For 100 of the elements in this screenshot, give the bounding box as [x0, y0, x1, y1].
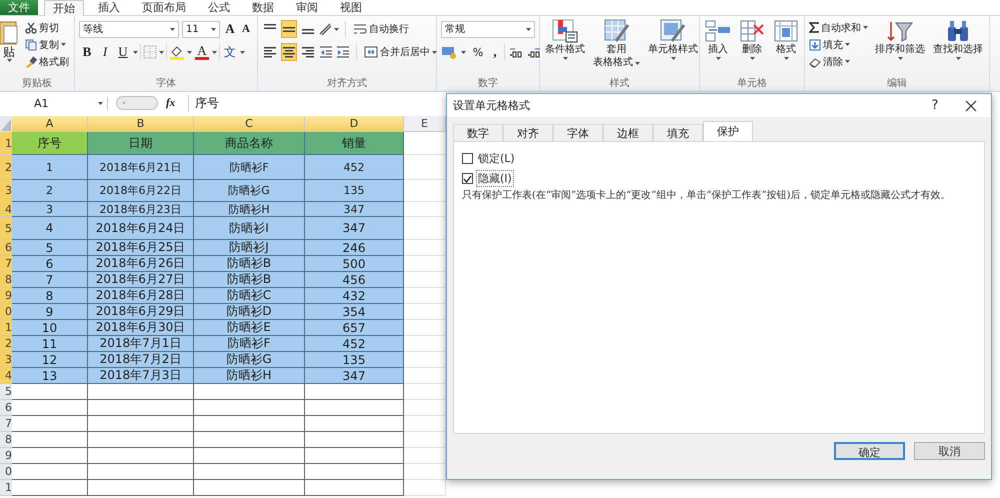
- row-header[interactable]: 5: [0, 217, 12, 240]
- dialog-tab[interactable]: 保护: [703, 121, 753, 141]
- clipboard-button[interactable]: 剪切: [24, 19, 70, 36]
- column-header[interactable]: B: [88, 116, 194, 132]
- row-header[interactable]: 2: [0, 336, 12, 352]
- brush-icon: [25, 56, 37, 68]
- row-header[interactable]: 1: [0, 132, 12, 155]
- row-header[interactable]: 9: [0, 448, 12, 464]
- ribbon-tab[interactable]: 公式: [200, 0, 238, 15]
- help-button[interactable]: ?: [921, 98, 949, 113]
- column-header[interactable]: E: [404, 116, 446, 132]
- style-button[interactable]: 条件格式: [543, 19, 587, 60]
- dialog-button[interactable]: 确定: [834, 442, 905, 460]
- row-header[interactable]: 2: [0, 155, 12, 180]
- row-header[interactable]: 6: [0, 400, 12, 416]
- ribbon-tab[interactable]: 开始: [44, 0, 84, 16]
- font-size-field[interactable]: 11: [182, 20, 220, 38]
- file-tab[interactable]: 文件: [0, 0, 38, 15]
- row-header[interactable]: 0: [0, 464, 12, 480]
- row-header[interactable]: 4: [0, 368, 12, 384]
- table-cell: 347: [305, 202, 404, 217]
- cells-button[interactable]: 删除: [737, 19, 767, 60]
- bold-button[interactable]: B: [79, 43, 95, 61]
- row-header[interactable]: 6: [0, 240, 12, 256]
- table-cell: 9: [12, 304, 88, 320]
- row-header[interactable]: 7: [0, 256, 12, 272]
- ribbon-tab[interactable]: 审阅: [288, 0, 326, 15]
- ribbon-tab[interactable]: 页面布局: [134, 0, 194, 15]
- row-header[interactable]: 3: [0, 352, 12, 368]
- checkbox-option[interactable]: 锁定(L): [462, 150, 976, 167]
- caret-icon: [845, 43, 850, 46]
- dialog-tab[interactable]: 对齐: [503, 124, 553, 141]
- row-header[interactable]: 7: [0, 416, 12, 432]
- row-header[interactable]: 4: [0, 202, 12, 217]
- underline-button[interactable]: U: [115, 43, 131, 61]
- dialog-button[interactable]: 取消: [914, 442, 985, 460]
- comma-button[interactable]: ,: [490, 43, 500, 61]
- caret-icon: [170, 28, 175, 30]
- row-header[interactable]: 5: [0, 384, 12, 400]
- number-format-field[interactable]: 常规: [441, 20, 535, 38]
- horizontal-align-button[interactable]: [281, 43, 297, 61]
- column-header[interactable]: A: [12, 116, 88, 132]
- table-cell: 347: [305, 368, 404, 384]
- column-header[interactable]: C: [194, 116, 305, 132]
- editing-button[interactable]: 自动求和: [808, 19, 869, 36]
- style-button[interactable]: 单元格样式: [646, 19, 700, 60]
- cells-button[interactable]: 插入: [703, 19, 733, 60]
- checkbox[interactable]: [462, 153, 473, 164]
- row-header[interactable]: 8: [0, 432, 12, 448]
- table-header-cell: 销量: [305, 132, 404, 155]
- insert-function-button[interactable]: fx: [166, 97, 180, 109]
- caret-icon: [784, 57, 788, 60]
- font-color-button[interactable]: A: [194, 43, 210, 61]
- sort-filter-icon: [887, 19, 913, 43]
- font-shrink-button[interactable]: A: [240, 20, 252, 38]
- column-header[interactable]: D: [305, 116, 404, 132]
- table-header-cell: 商品名称: [194, 132, 305, 155]
- row-header[interactable]: 8: [0, 272, 12, 288]
- editing-button[interactable]: 填充: [808, 36, 869, 53]
- table-cell: 防晒衫G: [194, 180, 305, 202]
- name-box[interactable]: A1: [0, 96, 108, 110]
- cells-button[interactable]: 格式: [771, 19, 801, 60]
- dialog-tab[interactable]: 字体: [553, 124, 603, 141]
- ribbon-tab[interactable]: 数据: [244, 0, 282, 15]
- caret-icon: [956, 57, 960, 60]
- editing-button[interactable]: 清除: [808, 53, 869, 70]
- table-cell: 2: [12, 180, 88, 202]
- clipboard-button[interactable]: 格式刷: [24, 53, 70, 70]
- checkbox-option[interactable]: 隐藏(I): [462, 170, 976, 187]
- style-button[interactable]: 套用 表格格式: [591, 19, 642, 69]
- caret-icon: [212, 50, 217, 54]
- row-header[interactable]: 9: [0, 288, 12, 304]
- wrap-text-button[interactable]: 自动换行: [352, 20, 410, 38]
- dialog-tab[interactable]: 边框: [603, 124, 653, 141]
- checkbox[interactable]: [462, 173, 473, 184]
- editing-button[interactable]: 查找和选择: [931, 19, 985, 60]
- row-header[interactable]: 1: [0, 480, 12, 496]
- dialog-tab[interactable]: 数字: [453, 124, 503, 141]
- percent-button[interactable]: %: [470, 43, 486, 61]
- table-cell: 6: [12, 256, 88, 272]
- dialog-tab[interactable]: 填充: [653, 124, 703, 141]
- table-cell: 1: [12, 155, 88, 180]
- paste-button[interactable]: 贴: [0, 19, 18, 62]
- vertical-align-button[interactable]: [281, 20, 297, 38]
- font-grow-button[interactable]: A: [223, 20, 237, 38]
- table-cell: 2018年6月21日: [88, 155, 194, 180]
- italic-button[interactable]: I: [97, 43, 113, 61]
- phonetic-button[interactable]: 文: [222, 43, 238, 61]
- row-header[interactable]: 1: [0, 320, 12, 336]
- ribbon-tab[interactable]: 视图: [332, 0, 370, 15]
- clipboard-button[interactable]: 复制: [24, 36, 70, 53]
- row-header[interactable]: 0: [0, 304, 12, 320]
- row-header[interactable]: 3: [0, 180, 12, 202]
- merge-center-button[interactable]: 合并后居中: [363, 44, 438, 60]
- table-cell: 2018年6月22日: [88, 180, 194, 202]
- conditional-format-icon: [552, 19, 578, 43]
- editing-button[interactable]: 排序和筛选: [873, 19, 927, 60]
- table-cell: 2018年6月23日: [88, 202, 194, 217]
- font-name-field[interactable]: 等线: [79, 20, 179, 38]
- ribbon-tab[interactable]: 插入: [90, 0, 128, 15]
